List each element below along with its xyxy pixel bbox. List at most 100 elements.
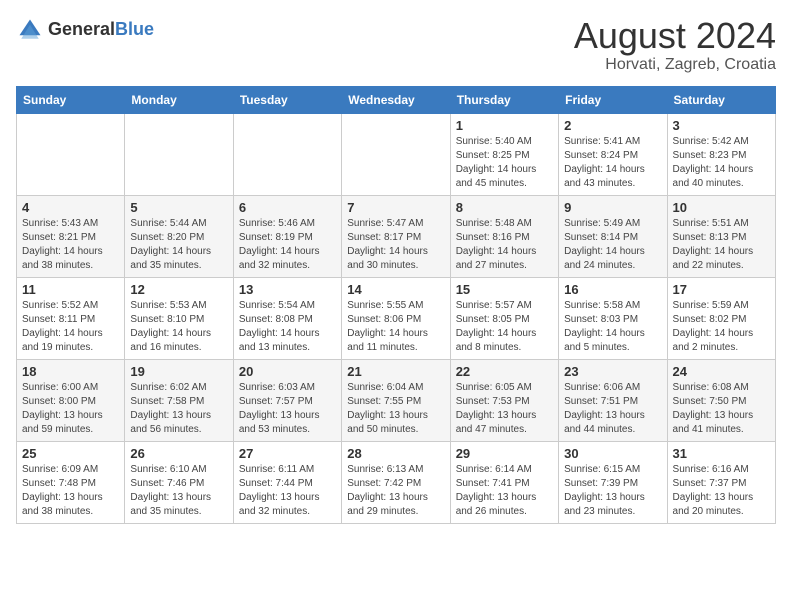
day-number: 21 — [347, 364, 444, 379]
day-info: Sunrise: 5:59 AM Sunset: 8:02 PM Dayligh… — [673, 299, 770, 355]
day-info: Sunrise: 6:00 AM Sunset: 8:00 PM Dayligh… — [22, 381, 119, 437]
header-friday: Friday — [559, 86, 667, 113]
calendar-cell: 24 Sunrise: 6:08 AM Sunset: 7:50 PM Dayli… — [667, 359, 775, 441]
calendar-cell: 29 Sunrise: 6:14 AM Sunset: 7:41 PM Dayli… — [450, 441, 558, 523]
day-number: 24 — [673, 364, 770, 379]
calendar-cell: 1 Sunrise: 5:40 AM Sunset: 8:25 PM Daylig… — [450, 113, 558, 195]
calendar-week-row: 4Sunrise: 5:43 AM Sunset: 8:21 PM Daylig… — [17, 195, 776, 277]
day-number: 1 — [456, 118, 553, 133]
day-number: 28 — [347, 446, 444, 461]
day-number: 26 — [130, 446, 227, 461]
day-info: Sunrise: 5:48 AM Sunset: 8:16 PM Dayligh… — [456, 217, 553, 273]
day-info: Sunrise: 5:55 AM Sunset: 8:06 PM Dayligh… — [347, 299, 444, 355]
day-number: 23 — [564, 364, 661, 379]
day-number: 30 — [564, 446, 661, 461]
calendar-cell: 10Sunrise: 5:51 AM Sunset: 8:13 PM Dayli… — [667, 195, 775, 277]
day-number: 25 — [22, 446, 119, 461]
day-info: Sunrise: 6:08 AM Sunset: 7:50 PM Dayligh… — [673, 381, 770, 437]
day-number: 12 — [130, 282, 227, 297]
calendar-cell: 14 Sunrise: 5:55 AM Sunset: 8:06 PM Dayli… — [342, 277, 450, 359]
calendar-body: 1 Sunrise: 5:40 AM Sunset: 8:25 PM Daylig… — [17, 113, 776, 523]
day-number: 15 — [456, 282, 553, 297]
page-header: GeneralBlue August 2024 Horvati, Zagreb,… — [16, 16, 776, 74]
calendar-cell: 3Sunrise: 5:42 AM Sunset: 8:23 PM Daylig… — [667, 113, 775, 195]
calendar-cell: 19 Sunrise: 6:02 AM Sunset: 7:58 PM Dayli… — [125, 359, 233, 441]
calendar-cell — [125, 113, 233, 195]
calendar-cell: 13Sunrise: 5:54 AM Sunset: 8:08 PM Dayli… — [233, 277, 341, 359]
day-number: 17 — [673, 282, 770, 297]
day-info: Sunrise: 5:40 AM Sunset: 8:25 PM Dayligh… — [456, 135, 553, 191]
header-saturday: Saturday — [667, 86, 775, 113]
calendar-cell: 11 Sunrise: 5:52 AM Sunset: 8:11 PM Dayli… — [17, 277, 125, 359]
calendar-cell — [233, 113, 341, 195]
day-number: 2 — [564, 118, 661, 133]
day-info: Sunrise: 5:52 AM Sunset: 8:11 PM Dayligh… — [22, 299, 119, 355]
day-info: Sunrise: 6:05 AM Sunset: 7:53 PM Dayligh… — [456, 381, 553, 437]
calendar-week-row: 18Sunrise: 6:00 AM Sunset: 8:00 PM Dayli… — [17, 359, 776, 441]
day-number: 7 — [347, 200, 444, 215]
day-info: Sunrise: 5:57 AM Sunset: 8:05 PM Dayligh… — [456, 299, 553, 355]
calendar-cell: 9Sunrise: 5:49 AM Sunset: 8:14 PM Daylig… — [559, 195, 667, 277]
day-info: Sunrise: 6:03 AM Sunset: 7:57 PM Dayligh… — [239, 381, 336, 437]
day-number: 9 — [564, 200, 661, 215]
calendar-table: Sunday Monday Tuesday Wednesday Thursday… — [16, 86, 776, 524]
calendar-cell: 5 Sunrise: 5:44 AM Sunset: 8:20 PM Daylig… — [125, 195, 233, 277]
calendar-cell: 6 Sunrise: 5:46 AM Sunset: 8:19 PM Daylig… — [233, 195, 341, 277]
calendar-cell: 22 Sunrise: 6:05 AM Sunset: 7:53 PM Dayli… — [450, 359, 558, 441]
day-number: 22 — [456, 364, 553, 379]
day-number: 19 — [130, 364, 227, 379]
day-info: Sunrise: 6:13 AM Sunset: 7:42 PM Dayligh… — [347, 463, 444, 519]
header-wednesday: Wednesday — [342, 86, 450, 113]
day-info: Sunrise: 5:51 AM Sunset: 8:13 PM Dayligh… — [673, 217, 770, 273]
day-number: 3 — [673, 118, 770, 133]
day-number: 4 — [22, 200, 119, 215]
day-number: 14 — [347, 282, 444, 297]
calendar-cell: 26 Sunrise: 6:10 AM Sunset: 7:46 PM Dayli… — [125, 441, 233, 523]
day-info: Sunrise: 5:44 AM Sunset: 8:20 PM Dayligh… — [130, 217, 227, 273]
logo: GeneralBlue — [16, 16, 154, 44]
calendar-header: Sunday Monday Tuesday Wednesday Thursday… — [17, 86, 776, 113]
calendar-cell: 25Sunrise: 6:09 AM Sunset: 7:48 PM Dayli… — [17, 441, 125, 523]
day-info: Sunrise: 6:14 AM Sunset: 7:41 PM Dayligh… — [456, 463, 553, 519]
header-monday: Monday — [125, 86, 233, 113]
day-number: 13 — [239, 282, 336, 297]
calendar-cell: 4Sunrise: 5:43 AM Sunset: 8:21 PM Daylig… — [17, 195, 125, 277]
day-number: 6 — [239, 200, 336, 215]
calendar-cell: 12 Sunrise: 5:53 AM Sunset: 8:10 PM Dayli… — [125, 277, 233, 359]
day-info: Sunrise: 5:53 AM Sunset: 8:10 PM Dayligh… — [130, 299, 227, 355]
day-info: Sunrise: 5:41 AM Sunset: 8:24 PM Dayligh… — [564, 135, 661, 191]
day-number: 29 — [456, 446, 553, 461]
calendar-cell: 2 Sunrise: 5:41 AM Sunset: 8:24 PM Daylig… — [559, 113, 667, 195]
day-info: Sunrise: 5:58 AM Sunset: 8:03 PM Dayligh… — [564, 299, 661, 355]
calendar-cell: 30 Sunrise: 6:15 AM Sunset: 7:39 PM Dayli… — [559, 441, 667, 523]
calendar-cell: 15 Sunrise: 5:57 AM Sunset: 8:05 PM Dayli… — [450, 277, 558, 359]
day-number: 11 — [22, 282, 119, 297]
month-title: August 2024 — [574, 16, 776, 56]
calendar-cell: 18Sunrise: 6:00 AM Sunset: 8:00 PM Dayli… — [17, 359, 125, 441]
header-tuesday: Tuesday — [233, 86, 341, 113]
day-info: Sunrise: 6:15 AM Sunset: 7:39 PM Dayligh… — [564, 463, 661, 519]
calendar-cell: 20Sunrise: 6:03 AM Sunset: 7:57 PM Dayli… — [233, 359, 341, 441]
day-info: Sunrise: 6:02 AM Sunset: 7:58 PM Dayligh… — [130, 381, 227, 437]
day-number: 16 — [564, 282, 661, 297]
calendar-cell — [17, 113, 125, 195]
calendar-cell: 21Sunrise: 6:04 AM Sunset: 7:55 PM Dayli… — [342, 359, 450, 441]
day-info: Sunrise: 5:46 AM Sunset: 8:19 PM Dayligh… — [239, 217, 336, 273]
day-number: 8 — [456, 200, 553, 215]
logo-general: GeneralBlue — [48, 20, 154, 40]
weekday-header-row: Sunday Monday Tuesday Wednesday Thursday… — [17, 86, 776, 113]
day-number: 5 — [130, 200, 227, 215]
logo-icon — [16, 16, 44, 44]
day-info: Sunrise: 5:47 AM Sunset: 8:17 PM Dayligh… — [347, 217, 444, 273]
day-info: Sunrise: 6:10 AM Sunset: 7:46 PM Dayligh… — [130, 463, 227, 519]
calendar-cell: 17 Sunrise: 5:59 AM Sunset: 8:02 PM Dayli… — [667, 277, 775, 359]
calendar-cell: 27Sunrise: 6:11 AM Sunset: 7:44 PM Dayli… — [233, 441, 341, 523]
calendar-cell: 23Sunrise: 6:06 AM Sunset: 7:51 PM Dayli… — [559, 359, 667, 441]
calendar-week-row: 1 Sunrise: 5:40 AM Sunset: 8:25 PM Daylig… — [17, 113, 776, 195]
header-sunday: Sunday — [17, 86, 125, 113]
calendar-cell: 31Sunrise: 6:16 AM Sunset: 7:37 PM Dayli… — [667, 441, 775, 523]
calendar-week-row: 25Sunrise: 6:09 AM Sunset: 7:48 PM Dayli… — [17, 441, 776, 523]
calendar-week-row: 11 Sunrise: 5:52 AM Sunset: 8:11 PM Dayli… — [17, 277, 776, 359]
title-block: August 2024 Horvati, Zagreb, Croatia — [574, 16, 776, 74]
calendar-cell — [342, 113, 450, 195]
